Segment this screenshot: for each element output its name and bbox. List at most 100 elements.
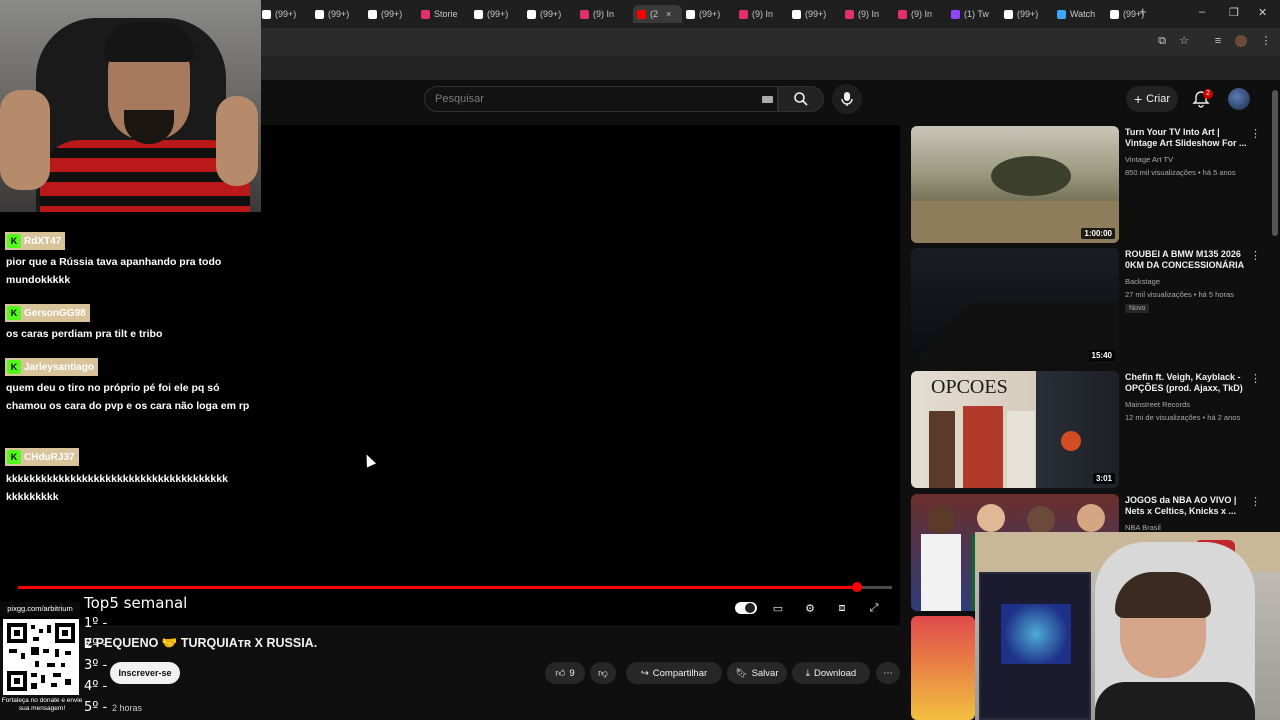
- top5-title: Top5 semanal: [84, 594, 188, 612]
- tab-label: (9) In: [911, 9, 933, 19]
- rec-channel[interactable]: Vintage Art TV: [1125, 154, 1265, 165]
- thumbs-down-icon: 👎︎: [598, 668, 608, 679]
- browser-tab[interactable]: Storie: [421, 5, 470, 23]
- tab-label: (2: [650, 9, 659, 19]
- browser-tab[interactable]: (99+): [1110, 5, 1159, 23]
- chat-message: quem deu o tiro no próprio pé foi ele pq…: [6, 382, 250, 412]
- tab-favicon-icon: [951, 9, 960, 19]
- maximize-button[interactable]: ❐: [1229, 6, 1239, 19]
- rank-4: 4º -: [84, 679, 108, 694]
- browser-tab[interactable]: (99+): [368, 5, 417, 23]
- tab-label: (9) In: [752, 9, 774, 19]
- create-button[interactable]: + Criar: [1126, 86, 1178, 112]
- kick-icon: K: [7, 360, 21, 374]
- bookmark-icon: 🔖︎: [735, 667, 748, 679]
- rec-title[interactable]: JOGOS da NBA AO VIVO | Nets x Celtics, K…: [1125, 495, 1247, 517]
- rec-duration: 1:00:00: [1081, 228, 1115, 239]
- chat-username: K GersonGG98: [5, 304, 90, 322]
- browser-tab[interactable]: (9) In: [898, 5, 947, 23]
- bookmark-star-icon[interactable]: ☆: [1178, 35, 1190, 47]
- browser-tab[interactable]: (99+): [1004, 5, 1053, 23]
- browser-tab[interactable]: Watch: [1057, 5, 1106, 23]
- miniplayer-icon[interactable]: ⧈: [834, 600, 850, 616]
- chat-message: kkkkkkkkkkkkkkkkkkkkkkkkkkkkkkkkkkkkkk k…: [6, 473, 228, 503]
- tab-label: (99+): [1123, 9, 1145, 19]
- rec-thumbnail[interactable]: [911, 616, 975, 720]
- tab-label: (1) Tw: [964, 9, 989, 19]
- tab-favicon-icon: [1110, 9, 1119, 19]
- like-button[interactable]: 👍︎ 9: [545, 662, 585, 684]
- browser-tab[interactable]: (9) In: [580, 5, 629, 23]
- tab-favicon-icon: [474, 9, 483, 19]
- rec-menu-icon[interactable]: ⋮: [1250, 127, 1261, 140]
- fullscreen-icon[interactable]: ⤢: [866, 600, 882, 616]
- share-button[interactable]: ↪ Compartilhar: [626, 662, 722, 684]
- search-input[interactable]: [425, 87, 725, 111]
- browser-tab[interactable]: (9) In: [845, 5, 894, 23]
- album-art-image: OPCOES: [929, 376, 1081, 488]
- browser-tab[interactable]: (9) In: [739, 5, 788, 23]
- install-icon[interactable]: ⧉: [1156, 35, 1168, 47]
- download-button[interactable]: ⤓ Download: [792, 662, 870, 684]
- autoplay-toggle[interactable]: [735, 602, 757, 614]
- account-avatar[interactable]: [1228, 88, 1250, 110]
- tab-close-icon[interactable]: ×: [666, 9, 671, 19]
- page-scrollbar[interactable]: [1272, 90, 1278, 236]
- subscribe-button[interactable]: Inscrever-se: [110, 662, 180, 684]
- notification-count-badge: 2: [1203, 89, 1213, 99]
- rec-menu-icon[interactable]: ⋮: [1250, 249, 1261, 262]
- captions-icon[interactable]: ▭: [770, 600, 786, 616]
- more-actions-button[interactable]: ⋯: [876, 662, 900, 684]
- rec-menu-icon[interactable]: ⋮: [1250, 495, 1261, 508]
- tab-favicon-icon: [898, 9, 907, 19]
- scrubber-handle[interactable]: [852, 582, 863, 592]
- landscape-painting: [911, 156, 1119, 243]
- rec-views: 12 mi de visualizações • há 2 anos: [1125, 413, 1241, 422]
- rec-duration: 3:01: [1092, 473, 1115, 484]
- rec-thumbnail[interactable]: 1:00:00: [911, 126, 1119, 243]
- tab-label: Storie: [434, 9, 458, 19]
- keyboard-icon[interactable]: [762, 96, 773, 103]
- browser-tab[interactable]: (99+): [474, 5, 523, 23]
- tab-label: (99+): [699, 9, 721, 19]
- rec-title[interactable]: Turn Your TV Into Art | Vintage Art Slid…: [1125, 127, 1247, 149]
- browser-tab[interactable]: (1) Tw: [951, 5, 1000, 23]
- tab-favicon-icon: [421, 9, 430, 19]
- minimize-button[interactable]: –: [1199, 6, 1205, 18]
- guest-webcam: [975, 532, 1280, 720]
- settings-gear-icon[interactable]: ⚙: [802, 600, 818, 616]
- dislike-button[interactable]: 👎︎: [590, 662, 616, 684]
- menu-kebab-icon[interactable]: ⋮: [1260, 35, 1272, 47]
- kick-icon: K: [7, 234, 21, 248]
- search-box[interactable]: [424, 86, 778, 112]
- search-button[interactable]: [778, 86, 824, 112]
- close-window-button[interactable]: ✕: [1258, 6, 1267, 19]
- rec-channel[interactable]: Backstage: [1125, 276, 1265, 287]
- rec-thumbnail[interactable]: OPCOES 3:01: [911, 371, 1119, 488]
- album-art-text: OPCOES: [931, 376, 1008, 398]
- extensions-icon[interactable]: ≡: [1212, 35, 1224, 47]
- rec-title[interactable]: ROUBEI A BMW M135 2026 0KM DA CONCESSION…: [1125, 249, 1247, 271]
- tab-favicon-icon: [315, 9, 324, 19]
- rec-thumbnail[interactable]: 15:40: [911, 248, 1119, 365]
- rec-title[interactable]: Chefin ft. Veigh, Kayblack - OPÇÕES (pro…: [1125, 372, 1247, 394]
- browser-tab[interactable]: (99+): [527, 5, 576, 23]
- profile-icon[interactable]: [1235, 35, 1247, 47]
- tab-label: (99+): [381, 9, 403, 19]
- save-button[interactable]: 🔖︎ Salvar: [727, 662, 787, 684]
- rank-2: 2º -: [84, 637, 108, 652]
- browser-tab[interactable]: (99+): [792, 5, 841, 23]
- browser-tab[interactable]: (2 ×: [633, 5, 682, 23]
- browser-tab[interactable]: (99+): [686, 5, 735, 23]
- tab-favicon-icon: [845, 9, 854, 19]
- browser-tab[interactable]: (99+): [262, 5, 311, 23]
- rec-channel[interactable]: Mainstreet Records: [1125, 399, 1265, 410]
- tab-favicon-icon: [262, 9, 271, 19]
- voice-search-button[interactable]: [832, 84, 862, 114]
- tab-label: (99+): [540, 9, 562, 19]
- video-title: E PEQUENO 🤝 TURQUIAᴛʀ X RUSSIA.: [84, 636, 318, 650]
- rec-menu-icon[interactable]: ⋮: [1250, 372, 1261, 385]
- tab-label: (99+): [1017, 9, 1039, 19]
- tab-favicon-icon: [368, 9, 377, 19]
- browser-tab[interactable]: (99+): [315, 5, 364, 23]
